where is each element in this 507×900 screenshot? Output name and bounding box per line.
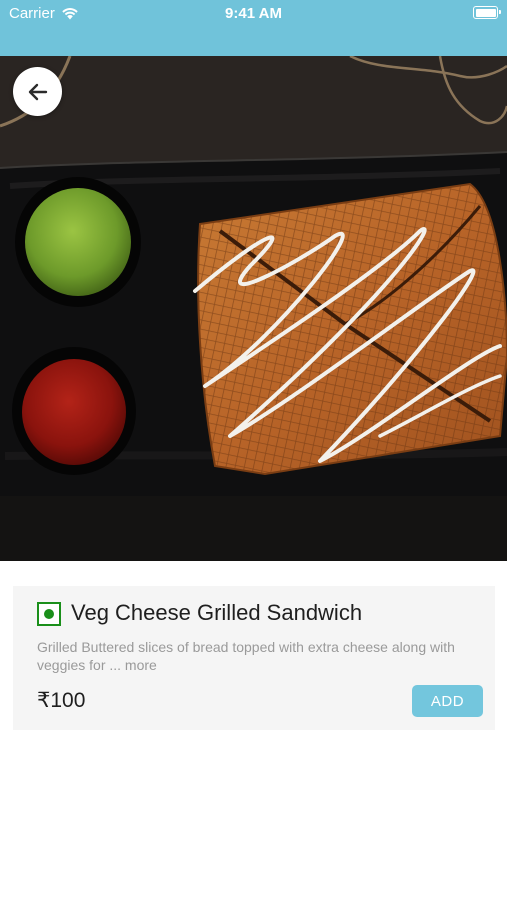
food-photo <box>0 56 507 561</box>
product-title: Veg Cheese Grilled Sandwich <box>71 600 363 625</box>
add-button[interactable]: ADD <box>412 685 483 717</box>
product-price: ₹100 <box>37 689 86 712</box>
product-card: Veg Cheese Grilled Sandwich Grilled Butt… <box>13 586 495 730</box>
battery-icon <box>473 6 501 19</box>
veg-indicator-icon <box>37 602 61 626</box>
product-description[interactable]: Grilled Buttered slices of bread topped … <box>37 638 482 674</box>
back-button[interactable] <box>13 67 62 116</box>
clock: 9:41 AM <box>225 5 282 22</box>
product-image <box>0 56 507 561</box>
arrow-left-icon <box>28 83 47 100</box>
status-bar: Carrier 9:41 AM <box>0 0 507 56</box>
